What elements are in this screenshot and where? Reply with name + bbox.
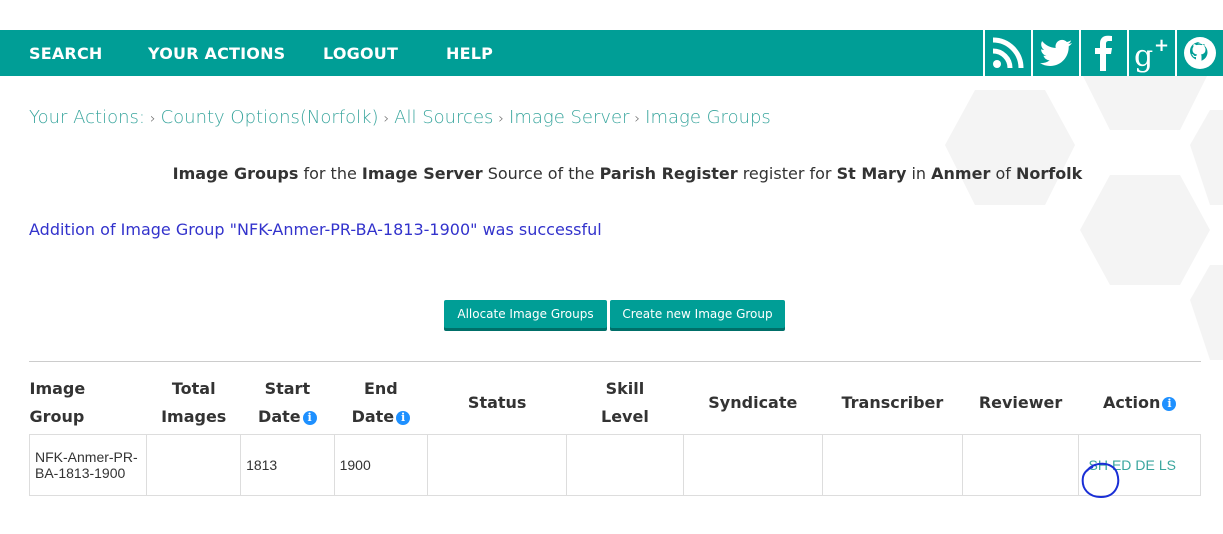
heading-text: register for (742, 164, 832, 183)
table-header-row: Image Group Total Images Start Date i End Da… (30, 372, 1201, 435)
heading-text: of (995, 164, 1011, 183)
page-heading: Image Groups for the Image Server Source… (0, 164, 1223, 183)
col-transcriber: Transcriber (841, 393, 944, 412)
action-delete-link[interactable]: DE (1135, 457, 1154, 473)
info-icon[interactable]: i (1162, 397, 1177, 411)
social-links: g + (983, 30, 1223, 76)
github-icon[interactable] (1175, 30, 1223, 76)
breadcrumb-county-options[interactable]: County Options(Norfolk) (161, 107, 379, 128)
breadcrumb: Your Actions: › County Options(Norfolk) › Al… (29, 107, 771, 128)
col-action: Action i (1079, 372, 1201, 435)
cell-actions: SH ED DE LS (1078, 434, 1201, 496)
cell-syndicate (682, 434, 824, 496)
cell-end-date: 1900 (333, 434, 429, 496)
col-total-images: Total Images (161, 379, 227, 426)
svg-text:g: g (1134, 39, 1153, 73)
action-list-link[interactable]: LS (1159, 457, 1176, 473)
cell-total-images (146, 434, 242, 496)
cell-start-date: 1813 (240, 434, 335, 496)
heading-bold: Image Server (361, 164, 483, 183)
heading-bold: Image Groups (172, 164, 299, 183)
col-reviewer: Reviewer (978, 393, 1063, 412)
nav-help[interactable]: HELP (446, 30, 493, 76)
heading-bold: Parish Register (599, 164, 738, 183)
action-show-link[interactable]: SH (1089, 457, 1108, 473)
col-image-group: Image Group (29, 379, 86, 426)
col-end-date: End Date i (334, 372, 428, 435)
info-icon[interactable]: i (302, 411, 317, 425)
col-syndicate: Syndicate (708, 393, 798, 412)
nav-logout[interactable]: LOGOUT (323, 30, 398, 76)
table-row: NFK-Anmer-PR-BA-1813-1900 1813 1900 SH ED… (28, 434, 1201, 496)
google-plus-icon[interactable]: g + (1127, 30, 1175, 76)
col-start-date: Start Date i (241, 372, 335, 435)
breadcrumb-image-server[interactable]: Image Server (509, 107, 630, 128)
heading-bold: Anmer (931, 164, 991, 183)
breadcrumb-separator: › (383, 111, 390, 127)
twitter-icon[interactable] (1031, 30, 1079, 76)
allocate-image-groups-button[interactable]: Allocate Image Groups (444, 300, 607, 328)
create-image-group-button[interactable]: Create new Image Group (610, 300, 785, 328)
cell-reviewer (961, 434, 1080, 496)
heading-bold: St Mary (836, 164, 907, 183)
nav-search[interactable]: SEARCH (29, 30, 103, 76)
breadcrumb-prefix[interactable]: Your Actions: (29, 107, 145, 128)
heading-text: Source of the (487, 164, 595, 183)
heading-bold: Norfolk (1015, 164, 1083, 183)
cell-skill-level (566, 434, 684, 496)
cell-status (427, 434, 568, 496)
image-groups-table: Image Group Total Images Start Date i End Da… (28, 372, 1201, 496)
col-status: Status (467, 393, 527, 412)
col-skill-level: Skill Level (601, 379, 649, 426)
action-edit-link[interactable]: ED (1112, 457, 1131, 473)
breadcrumb-separator: › (498, 111, 505, 127)
heading-text: in (911, 164, 927, 183)
hexagon-background (945, 60, 1223, 360)
nav-your-actions[interactable]: YOUR ACTIONS (148, 30, 285, 76)
svg-text:+: + (1154, 35, 1169, 56)
success-message: Addition of Image Group "NFK-Anmer-PR-BA… (29, 220, 602, 239)
breadcrumb-all-sources[interactable]: All Sources (394, 107, 493, 128)
breadcrumb-separator: › (634, 111, 641, 127)
info-icon[interactable]: i (396, 411, 411, 425)
top-navbar: SEARCH YOUR ACTIONS LOGOUT HELP g + (0, 30, 1223, 76)
cell-image-group: NFK-Anmer-PR-BA-1813-1900 (28, 434, 148, 496)
heading-text: for the (303, 164, 357, 183)
divider (29, 361, 1201, 362)
rss-icon[interactable] (983, 30, 1031, 76)
breadcrumb-image-groups[interactable]: Image Groups (645, 107, 771, 128)
breadcrumb-separator: › (149, 111, 156, 127)
cell-transcriber (822, 434, 963, 496)
facebook-icon[interactable] (1079, 30, 1127, 76)
